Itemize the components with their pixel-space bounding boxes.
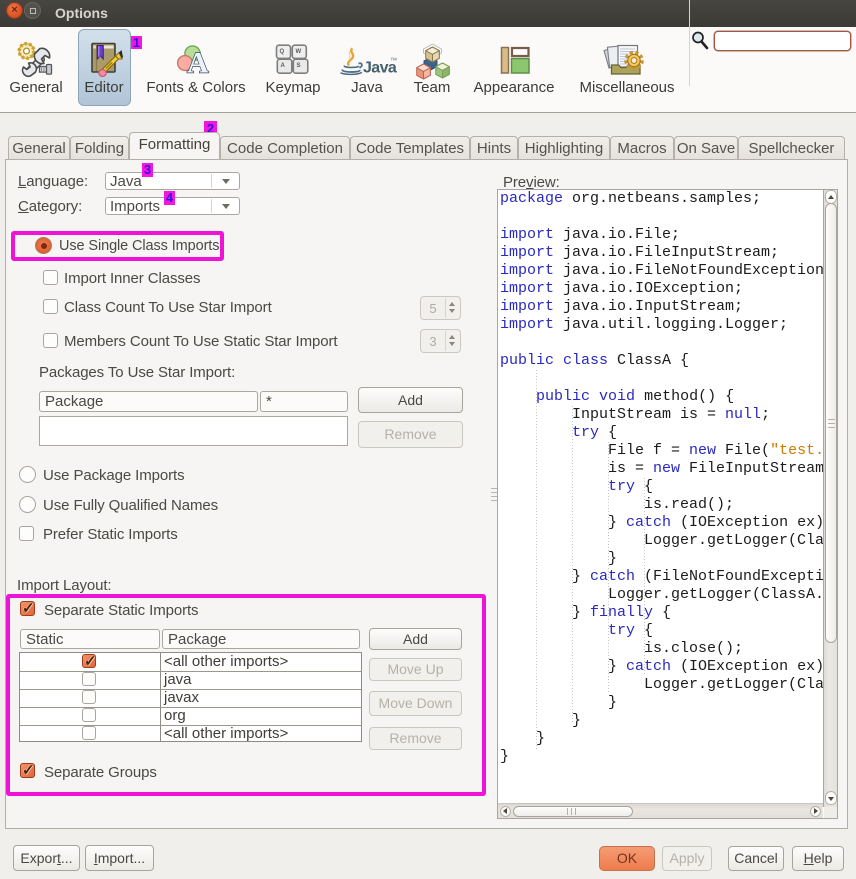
svg-text:W: W: [296, 49, 302, 55]
svg-text:™: ™: [390, 58, 397, 65]
svg-text:S: S: [297, 63, 301, 69]
svg-text:Q: Q: [280, 49, 285, 55]
svg-text:A: A: [187, 47, 209, 80]
svg-text:A: A: [281, 63, 286, 69]
